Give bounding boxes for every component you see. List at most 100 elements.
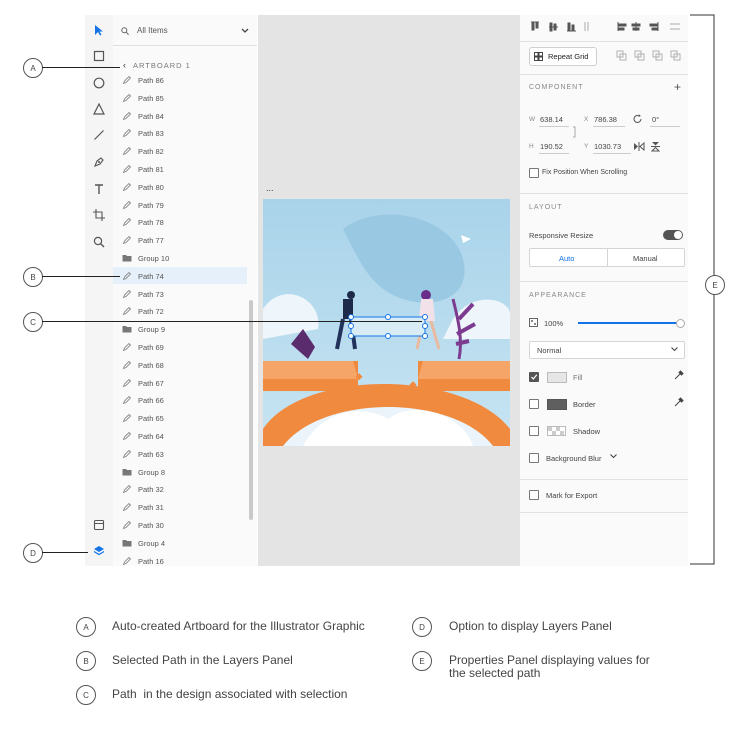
layer-path-row[interactable]: Path 77 <box>113 231 247 248</box>
fix-position-label: Fix Position When Scrolling <box>542 169 628 176</box>
opacity-slider-thumb[interactable] <box>676 319 685 328</box>
y-field[interactable]: 1030.73 <box>594 142 621 151</box>
layer-group-row[interactable]: Group 9 <box>113 320 247 337</box>
eyedropper-icon[interactable] <box>673 397 684 408</box>
lock-proportions-icon[interactable] <box>572 126 578 138</box>
layer-path-row[interactable]: Path 86 <box>113 71 247 88</box>
layer-path-row[interactable]: Path 16 <box>113 552 247 569</box>
callout-d: D <box>23 543 43 563</box>
folder-icon <box>122 253 132 263</box>
y-label: Y <box>584 143 589 150</box>
ellipse-tool-icon[interactable] <box>91 75 107 91</box>
pen-tool-icon[interactable] <box>91 154 107 170</box>
rectangle-tool-icon[interactable] <box>91 48 107 64</box>
layer-group-row[interactable]: Group 4 <box>113 534 247 551</box>
boolean-ops-icon[interactable] <box>616 50 682 61</box>
repeat-grid-button[interactable]: Repeat Grid <box>529 47 597 66</box>
mark-export-checkbox[interactable] <box>529 490 539 500</box>
x-field[interactable]: 786.38 <box>594 115 617 124</box>
eyedropper-icon[interactable] <box>673 370 684 381</box>
artboard-label: ARTBOARD 1 <box>133 61 191 70</box>
layer-path-row[interactable]: Path 85 <box>113 89 247 106</box>
layer-label: Path 79 <box>138 200 164 210</box>
responsive-resize-toggle[interactable] <box>663 230 683 240</box>
layer-path-row[interactable]: Path 32 <box>113 480 247 497</box>
border-swatch[interactable] <box>547 399 567 410</box>
blend-mode-select[interactable]: Normal <box>529 341 685 359</box>
layer-path-row[interactable]: Path 30 <box>113 516 247 533</box>
shadow-swatch[interactable] <box>547 426 566 436</box>
artboard-tool-icon[interactable] <box>91 207 107 223</box>
opacity-slider[interactable] <box>578 322 682 324</box>
auto-segment[interactable]: Auto <box>530 249 607 266</box>
artboard-illustration[interactable] <box>263 199 510 446</box>
fill-swatch[interactable] <box>547 372 567 383</box>
layer-path-row[interactable]: Path 78 <box>113 213 247 230</box>
pen-path-icon <box>122 520 132 530</box>
line-tool-icon[interactable] <box>91 127 107 143</box>
layer-path-row[interactable]: Path 66 <box>113 391 247 408</box>
text-tool-icon[interactable] <box>91 181 107 197</box>
pen-path-icon <box>122 360 132 370</box>
background-blur-checkbox[interactable] <box>529 453 539 463</box>
layer-path-row[interactable]: Path 31 <box>113 498 247 515</box>
layer-path-row[interactable]: Path 81 <box>113 160 247 177</box>
manual-segment[interactable]: Manual <box>608 249 684 266</box>
layer-label: Path 66 <box>138 396 164 406</box>
zoom-tool-icon[interactable] <box>91 234 107 250</box>
search-input[interactable]: All Items <box>137 26 168 35</box>
layer-path-row[interactable]: Path 80 <box>113 178 247 195</box>
layer-label: Path 30 <box>138 521 164 530</box>
artboard-title[interactable]: ... <box>266 183 274 193</box>
shadow-checkbox[interactable] <box>529 426 539 436</box>
fix-position-checkbox[interactable] <box>529 168 539 178</box>
layers-search[interactable]: All Items <box>113 15 257 46</box>
layer-path-row[interactable]: Path 84 <box>113 107 247 124</box>
h-field[interactable]: 190.52 <box>540 142 563 151</box>
layer-group-row[interactable]: Group 8 <box>113 463 247 480</box>
blend-mode-value: Normal <box>537 346 562 355</box>
layer-path-row[interactable]: Path 82 <box>113 142 247 159</box>
auto-label: Auto <box>559 254 575 263</box>
design-canvas[interactable]: ... <box>258 15 519 566</box>
rotate-icon <box>633 114 642 123</box>
layer-path-row[interactable]: Path 72 <box>113 302 247 319</box>
callout-a: A <box>23 58 43 78</box>
w-field[interactable]: 638.14 <box>540 115 563 124</box>
chevron-down-icon <box>671 347 678 352</box>
layer-path-row[interactable]: Path 63 <box>113 445 247 462</box>
flip-vertical-icon[interactable] <box>651 141 660 152</box>
layer-group-row[interactable]: Group 10 <box>113 249 247 266</box>
layers-panel-icon[interactable] <box>91 543 107 559</box>
layer-label: Group 8 <box>138 467 166 477</box>
chevron-down-icon[interactable] <box>241 28 249 34</box>
layer-label: Path 85 <box>138 93 164 103</box>
artboard-row[interactable]: ‹ ARTBOARD 1 <box>123 60 191 70</box>
fill-checkbox[interactable] <box>529 372 539 382</box>
opacity-field[interactable]: 100% <box>544 319 563 328</box>
layer-path-row[interactable]: Path 79 <box>113 196 247 213</box>
layer-path-row[interactable]: Path 73 <box>113 285 247 302</box>
callout-e: E <box>705 275 725 295</box>
layer-path-row[interactable]: Path 83 <box>113 124 247 141</box>
layer-path-row[interactable]: Path 74 <box>113 266 247 284</box>
polygon-tool-icon[interactable] <box>91 101 107 117</box>
layer-label: Path 31 <box>138 503 164 513</box>
flip-horizontal-icon[interactable] <box>633 142 645 151</box>
layer-path-row[interactable]: Path 67 <box>113 374 247 391</box>
layer-path-row[interactable]: Path 69 <box>113 338 247 355</box>
assets-panel-icon[interactable] <box>91 517 107 533</box>
select-tool-icon[interactable] <box>91 22 107 38</box>
chevron-left-icon[interactable]: ‹ <box>123 60 127 70</box>
search-icon <box>121 27 129 35</box>
rotation-field[interactable]: 0° <box>652 115 659 124</box>
add-component-icon[interactable]: + <box>674 80 681 94</box>
layers-scrollbar[interactable] <box>249 300 253 520</box>
layer-path-row[interactable]: Path 68 <box>113 356 247 373</box>
h-label: H <box>529 143 534 150</box>
legend-d-bubble: D <box>412 617 432 637</box>
layer-path-row[interactable]: Path 64 <box>113 427 247 444</box>
border-checkbox[interactable] <box>529 399 539 409</box>
chevron-down-icon[interactable] <box>610 454 617 459</box>
layer-path-row[interactable]: Path 65 <box>113 409 247 426</box>
